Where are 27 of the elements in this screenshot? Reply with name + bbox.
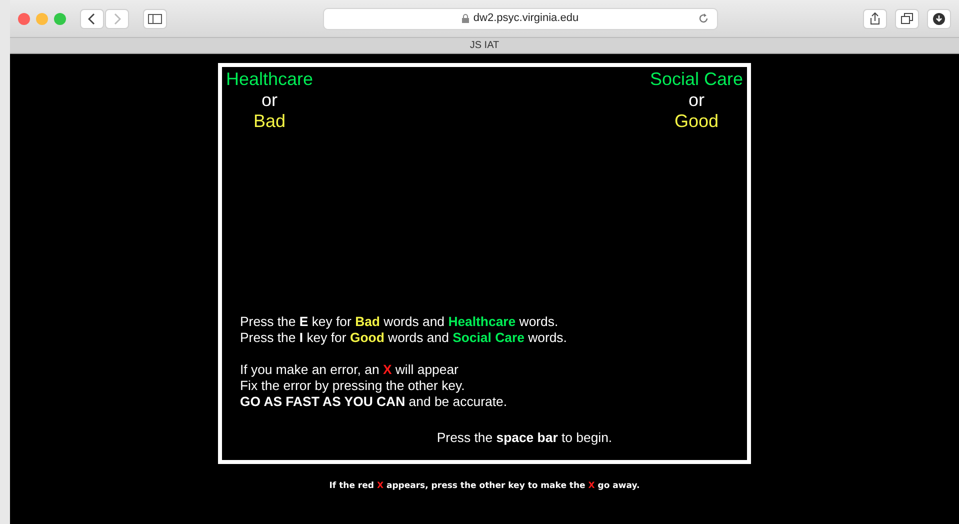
attribute-label: Good: [674, 111, 718, 132]
tabs-icon: [901, 13, 913, 24]
reload-icon[interactable]: [698, 13, 709, 24]
attribute-label: Bad: [254, 111, 286, 132]
footer-note: If the red X appears, press the other key to make the X go away.: [329, 480, 640, 493]
download-icon: [933, 12, 945, 24]
instruction-line: GO AS FAST AS YOU CAN and be accurate.: [240, 394, 508, 410]
tabs-button[interactable]: [895, 8, 919, 28]
connector-label: or: [688, 90, 704, 111]
instruction-line: Press the E key for Bad words and Healthcare words.: [240, 314, 560, 330]
sidebar-button[interactable]: [143, 8, 167, 28]
back-button[interactable]: [80, 8, 104, 28]
category-label: Healthcare: [226, 69, 314, 90]
instruction-line: Fix the error by pressing the other key.: [240, 378, 466, 394]
sidebar-icon: [148, 14, 162, 24]
lock-icon: [462, 14, 470, 23]
category-label: Social Care: [650, 69, 743, 90]
instruction-line: If you make an error, an X will appear: [240, 362, 460, 378]
start-prompt: Press the space bar to begin.: [436, 429, 614, 448]
tab-title[interactable]: JS IAT: [470, 40, 500, 51]
instruction-line: Press the I key for Good words and Social Care words.: [240, 330, 568, 346]
address-field[interactable]: dw2.psyc.virginia.edu: [323, 8, 718, 30]
share-icon: [870, 12, 880, 25]
url-text: dw2.psyc.virginia.edu: [473, 11, 579, 26]
connector-label: or: [262, 90, 278, 111]
share-button[interactable]: [863, 8, 887, 28]
download-button[interactable]: [927, 8, 951, 28]
